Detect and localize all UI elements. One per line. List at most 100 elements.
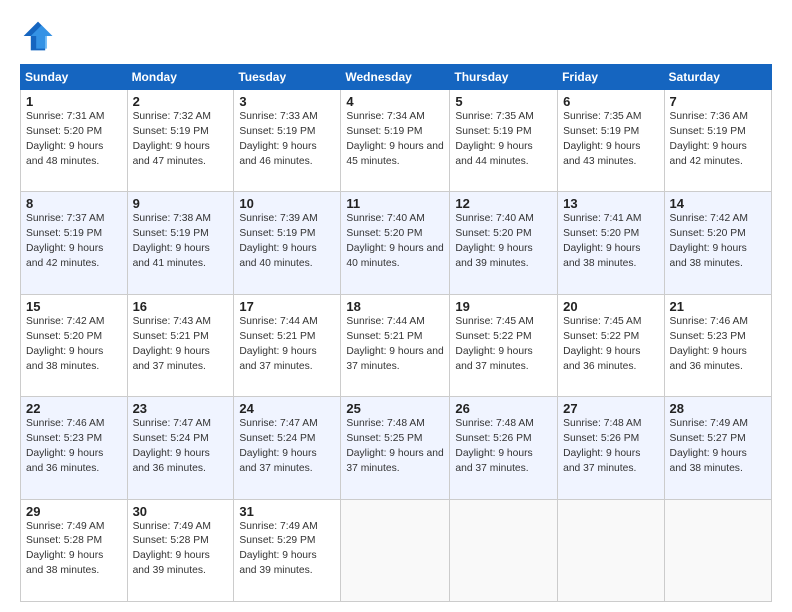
calendar: SundayMondayTuesdayWednesdayThursdayFrid… xyxy=(20,64,772,602)
day-number: 10 xyxy=(239,196,335,211)
calendar-cell: 10 Sunrise: 7:39 AMSunset: 5:19 PMDaylig… xyxy=(234,192,341,294)
calendar-week: 22 Sunrise: 7:46 AMSunset: 5:23 PMDaylig… xyxy=(21,397,772,499)
day-number: 25 xyxy=(346,401,444,416)
calendar-cell: 5 Sunrise: 7:35 AMSunset: 5:19 PMDayligh… xyxy=(450,90,558,192)
day-number: 12 xyxy=(455,196,552,211)
day-number: 14 xyxy=(670,196,766,211)
calendar-cell xyxy=(664,499,771,601)
day-number: 21 xyxy=(670,299,766,314)
day-info: Sunrise: 7:41 AMSunset: 5:20 PMDaylight:… xyxy=(563,213,641,269)
weekday-header: Thursday xyxy=(450,65,558,90)
calendar-cell: 2 Sunrise: 7:32 AMSunset: 5:19 PMDayligh… xyxy=(127,90,234,192)
calendar-cell: 14 Sunrise: 7:42 AMSunset: 5:20 PMDaylig… xyxy=(664,192,771,294)
calendar-cell: 25 Sunrise: 7:48 AMSunset: 5:25 PMDaylig… xyxy=(341,397,450,499)
day-info: Sunrise: 7:46 AMSunset: 5:23 PMDaylight:… xyxy=(670,316,748,372)
calendar-cell: 17 Sunrise: 7:44 AMSunset: 5:21 PMDaylig… xyxy=(234,294,341,396)
day-number: 3 xyxy=(239,94,335,109)
calendar-cell: 6 Sunrise: 7:35 AMSunset: 5:19 PMDayligh… xyxy=(558,90,664,192)
calendar-week: 29 Sunrise: 7:49 AMSunset: 5:28 PMDaylig… xyxy=(21,499,772,601)
day-info: Sunrise: 7:45 AMSunset: 5:22 PMDaylight:… xyxy=(455,316,533,372)
day-info: Sunrise: 7:40 AMSunset: 5:20 PMDaylight:… xyxy=(455,213,533,269)
day-info: Sunrise: 7:39 AMSunset: 5:19 PMDaylight:… xyxy=(239,213,317,269)
calendar-cell: 12 Sunrise: 7:40 AMSunset: 5:20 PMDaylig… xyxy=(450,192,558,294)
day-info: Sunrise: 7:49 AMSunset: 5:28 PMDaylight:… xyxy=(26,521,104,577)
calendar-cell: 28 Sunrise: 7:49 AMSunset: 5:27 PMDaylig… xyxy=(664,397,771,499)
calendar-cell: 8 Sunrise: 7:37 AMSunset: 5:19 PMDayligh… xyxy=(21,192,128,294)
day-number: 8 xyxy=(26,196,122,211)
weekday-header: Friday xyxy=(558,65,664,90)
calendar-cell: 13 Sunrise: 7:41 AMSunset: 5:20 PMDaylig… xyxy=(558,192,664,294)
day-number: 19 xyxy=(455,299,552,314)
day-number: 31 xyxy=(239,504,335,519)
weekday-header: Sunday xyxy=(21,65,128,90)
day-info: Sunrise: 7:48 AMSunset: 5:25 PMDaylight:… xyxy=(346,418,443,474)
day-info: Sunrise: 7:49 AMSunset: 5:28 PMDaylight:… xyxy=(133,521,211,577)
day-info: Sunrise: 7:31 AMSunset: 5:20 PMDaylight:… xyxy=(26,111,104,167)
calendar-week: 8 Sunrise: 7:37 AMSunset: 5:19 PMDayligh… xyxy=(21,192,772,294)
calendar-cell: 24 Sunrise: 7:47 AMSunset: 5:24 PMDaylig… xyxy=(234,397,341,499)
day-number: 20 xyxy=(563,299,658,314)
calendar-cell: 7 Sunrise: 7:36 AMSunset: 5:19 PMDayligh… xyxy=(664,90,771,192)
day-info: Sunrise: 7:42 AMSunset: 5:20 PMDaylight:… xyxy=(26,316,104,372)
page: SundayMondayTuesdayWednesdayThursdayFrid… xyxy=(0,0,792,612)
day-info: Sunrise: 7:47 AMSunset: 5:24 PMDaylight:… xyxy=(133,418,211,474)
calendar-cell: 22 Sunrise: 7:46 AMSunset: 5:23 PMDaylig… xyxy=(21,397,128,499)
day-number: 22 xyxy=(26,401,122,416)
day-number: 27 xyxy=(563,401,658,416)
day-number: 30 xyxy=(133,504,229,519)
day-info: Sunrise: 7:48 AMSunset: 5:26 PMDaylight:… xyxy=(563,418,641,474)
calendar-cell xyxy=(558,499,664,601)
calendar-cell: 16 Sunrise: 7:43 AMSunset: 5:21 PMDaylig… xyxy=(127,294,234,396)
day-info: Sunrise: 7:46 AMSunset: 5:23 PMDaylight:… xyxy=(26,418,104,474)
calendar-cell xyxy=(341,499,450,601)
calendar-cell: 4 Sunrise: 7:34 AMSunset: 5:19 PMDayligh… xyxy=(341,90,450,192)
calendar-cell: 1 Sunrise: 7:31 AMSunset: 5:20 PMDayligh… xyxy=(21,90,128,192)
day-number: 23 xyxy=(133,401,229,416)
day-info: Sunrise: 7:33 AMSunset: 5:19 PMDaylight:… xyxy=(239,111,317,167)
day-info: Sunrise: 7:47 AMSunset: 5:24 PMDaylight:… xyxy=(239,418,317,474)
day-number: 6 xyxy=(563,94,658,109)
day-info: Sunrise: 7:35 AMSunset: 5:19 PMDaylight:… xyxy=(455,111,533,167)
calendar-cell xyxy=(450,499,558,601)
weekday-header: Tuesday xyxy=(234,65,341,90)
day-info: Sunrise: 7:42 AMSunset: 5:20 PMDaylight:… xyxy=(670,213,748,269)
calendar-cell: 9 Sunrise: 7:38 AMSunset: 5:19 PMDayligh… xyxy=(127,192,234,294)
weekday-row: SundayMondayTuesdayWednesdayThursdayFrid… xyxy=(21,65,772,90)
calendar-cell: 23 Sunrise: 7:47 AMSunset: 5:24 PMDaylig… xyxy=(127,397,234,499)
calendar-header: SundayMondayTuesdayWednesdayThursdayFrid… xyxy=(21,65,772,90)
day-info: Sunrise: 7:32 AMSunset: 5:19 PMDaylight:… xyxy=(133,111,211,167)
day-info: Sunrise: 7:35 AMSunset: 5:19 PMDaylight:… xyxy=(563,111,641,167)
calendar-cell: 19 Sunrise: 7:45 AMSunset: 5:22 PMDaylig… xyxy=(450,294,558,396)
weekday-header: Saturday xyxy=(664,65,771,90)
calendar-cell: 29 Sunrise: 7:49 AMSunset: 5:28 PMDaylig… xyxy=(21,499,128,601)
day-number: 9 xyxy=(133,196,229,211)
day-info: Sunrise: 7:44 AMSunset: 5:21 PMDaylight:… xyxy=(346,316,443,372)
calendar-cell: 18 Sunrise: 7:44 AMSunset: 5:21 PMDaylig… xyxy=(341,294,450,396)
calendar-cell: 26 Sunrise: 7:48 AMSunset: 5:26 PMDaylig… xyxy=(450,397,558,499)
logo-icon xyxy=(20,18,56,54)
day-info: Sunrise: 7:37 AMSunset: 5:19 PMDaylight:… xyxy=(26,213,104,269)
calendar-cell: 31 Sunrise: 7:49 AMSunset: 5:29 PMDaylig… xyxy=(234,499,341,601)
day-number: 24 xyxy=(239,401,335,416)
day-number: 15 xyxy=(26,299,122,314)
day-number: 28 xyxy=(670,401,766,416)
day-number: 26 xyxy=(455,401,552,416)
day-number: 1 xyxy=(26,94,122,109)
day-number: 29 xyxy=(26,504,122,519)
day-number: 16 xyxy=(133,299,229,314)
calendar-cell: 20 Sunrise: 7:45 AMSunset: 5:22 PMDaylig… xyxy=(558,294,664,396)
day-info: Sunrise: 7:45 AMSunset: 5:22 PMDaylight:… xyxy=(563,316,641,372)
calendar-body: 1 Sunrise: 7:31 AMSunset: 5:20 PMDayligh… xyxy=(21,90,772,602)
day-info: Sunrise: 7:48 AMSunset: 5:26 PMDaylight:… xyxy=(455,418,533,474)
day-info: Sunrise: 7:40 AMSunset: 5:20 PMDaylight:… xyxy=(346,213,443,269)
day-number: 17 xyxy=(239,299,335,314)
day-number: 7 xyxy=(670,94,766,109)
calendar-cell: 30 Sunrise: 7:49 AMSunset: 5:28 PMDaylig… xyxy=(127,499,234,601)
day-info: Sunrise: 7:44 AMSunset: 5:21 PMDaylight:… xyxy=(239,316,317,372)
calendar-cell: 11 Sunrise: 7:40 AMSunset: 5:20 PMDaylig… xyxy=(341,192,450,294)
day-number: 13 xyxy=(563,196,658,211)
calendar-cell: 27 Sunrise: 7:48 AMSunset: 5:26 PMDaylig… xyxy=(558,397,664,499)
day-info: Sunrise: 7:49 AMSunset: 5:27 PMDaylight:… xyxy=(670,418,748,474)
day-number: 2 xyxy=(133,94,229,109)
day-number: 11 xyxy=(346,196,444,211)
